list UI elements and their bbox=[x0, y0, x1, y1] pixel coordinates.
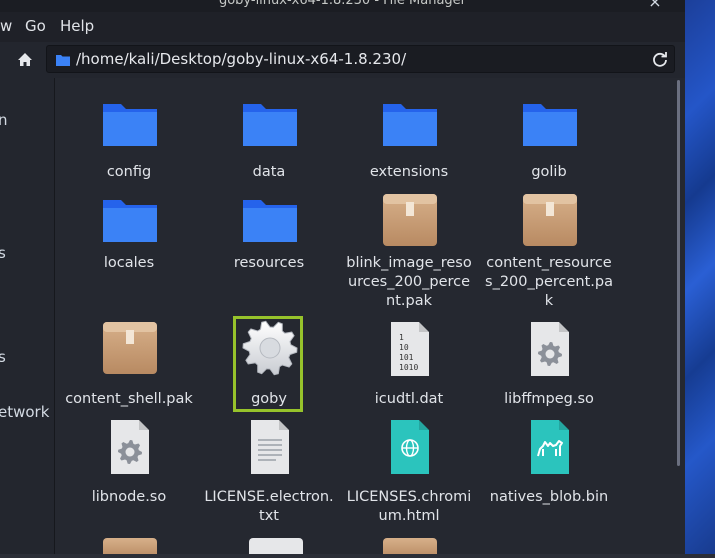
file-item-golib[interactable]: golib bbox=[484, 96, 614, 206]
svg-text:10: 10 bbox=[399, 343, 409, 352]
file-item-data[interactable]: data bbox=[204, 96, 334, 206]
sidebar-item-network[interactable]: etwork bbox=[0, 403, 49, 421]
close-button[interactable]: × bbox=[644, 0, 666, 12]
scrollbar[interactable] bbox=[677, 80, 680, 466]
file-name: resources bbox=[233, 255, 305, 271]
package-icon bbox=[381, 192, 439, 252]
desktop-background bbox=[685, 0, 715, 554]
binary-file-icon-partial[interactable] bbox=[247, 538, 305, 558]
file-item-libffmpeg-so[interactable]: libffmpeg.so bbox=[484, 320, 614, 430]
file-name: config bbox=[106, 164, 152, 180]
svg-text:1010: 1010 bbox=[399, 363, 418, 372]
file-item-icudtl-dat[interactable]: 1 10 101 1010 icudtl.dat bbox=[344, 320, 474, 430]
sidebar-item-3[interactable]: s bbox=[0, 348, 6, 366]
binary-camel-icon bbox=[521, 418, 579, 480]
file-name: blink_image_resources_200_percent.pak bbox=[346, 255, 472, 309]
folder-icon bbox=[56, 55, 70, 66]
file-item-license-electron-txt[interactable]: LICENSE.electron.txt bbox=[204, 418, 334, 528]
window-title: goby-linux-x64-1.8.230 - File Manager bbox=[218, 0, 467, 8]
file-name: libffmpeg.so bbox=[504, 391, 594, 407]
file-item-libnode-so[interactable]: libnode.so bbox=[64, 418, 194, 528]
location-path[interactable]: /home/kali/Desktop/goby-linux-x64-1.8.23… bbox=[76, 50, 406, 68]
sidebar: n s s etwork bbox=[0, 78, 54, 554]
package-icon bbox=[101, 320, 159, 380]
file-item-locales[interactable]: locales bbox=[64, 192, 194, 302]
file-item-goby[interactable]: goby bbox=[204, 320, 334, 430]
file-item-licenses-chromium-html[interactable]: LICENSES.chromium.html bbox=[344, 418, 474, 528]
folder-icon bbox=[101, 98, 159, 152]
file-name: content_resources_200_percent.pak bbox=[485, 255, 613, 309]
svg-text:101: 101 bbox=[399, 353, 414, 362]
reload-button[interactable] bbox=[651, 51, 669, 69]
package-icon-partial[interactable] bbox=[101, 538, 159, 558]
package-icon bbox=[521, 192, 579, 252]
file-name: content_shell.pak bbox=[65, 391, 193, 407]
file-name: natives_blob.bin bbox=[489, 489, 609, 505]
file-item-content-shell-pak[interactable]: content_shell.pak bbox=[64, 320, 194, 430]
executable-gear-icon bbox=[241, 320, 299, 380]
toolbar: /home/kali/Desktop/goby-linux-x64-1.8.23… bbox=[0, 42, 685, 78]
file-name: extensions bbox=[369, 164, 449, 180]
file-name: icudtl.dat bbox=[374, 391, 444, 407]
file-name: libnode.so bbox=[91, 489, 167, 505]
folder-icon bbox=[101, 194, 159, 248]
file-item-blink-image-resources-200-percent-pak[interactable]: blink_image_resources_200_percent.pak bbox=[344, 192, 474, 309]
html-file-icon bbox=[381, 418, 439, 480]
folder-icon bbox=[521, 98, 579, 152]
svg-text:1: 1 bbox=[399, 333, 404, 342]
package-icon-partial[interactable] bbox=[381, 538, 439, 558]
file-name: golib bbox=[531, 164, 567, 180]
file-name: LICENSES.chromium.html bbox=[346, 489, 472, 524]
file-item-resources[interactable]: resources bbox=[204, 192, 334, 302]
folder-icon bbox=[241, 98, 299, 152]
library-file-icon bbox=[521, 320, 579, 382]
home-button[interactable] bbox=[14, 50, 36, 70]
home-icon bbox=[18, 53, 32, 66]
menu-bar: w Go Help bbox=[0, 12, 685, 42]
file-name: goby bbox=[251, 391, 287, 407]
title-bar: goby-linux-x64-1.8.230 - File Manager × bbox=[0, 0, 685, 12]
menu-view[interactable]: w bbox=[0, 17, 12, 35]
file-name: data bbox=[252, 164, 286, 180]
reload-icon bbox=[653, 52, 667, 67]
location-bar[interactable]: /home/kali/Desktop/goby-linux-x64-1.8.23… bbox=[46, 45, 675, 73]
folder-icon bbox=[241, 194, 299, 248]
text-file-icon bbox=[241, 418, 299, 480]
file-item-natives-blob-bin[interactable]: natives_blob.bin bbox=[484, 418, 614, 528]
sidebar-item-1[interactable]: n bbox=[0, 111, 8, 129]
folder-icon bbox=[381, 98, 439, 152]
file-name: locales bbox=[103, 255, 155, 271]
binary-file-icon: 1 10 101 1010 bbox=[381, 320, 439, 382]
file-name: LICENSE.electron.txt bbox=[204, 489, 334, 524]
sidebar-item-2[interactable]: s bbox=[0, 244, 6, 262]
file-item-content-resources-200-percent-pak[interactable]: content_resources_200_percent.pak bbox=[484, 192, 614, 309]
file-item-config[interactable]: config bbox=[64, 96, 194, 206]
menu-help[interactable]: Help bbox=[60, 17, 94, 35]
file-item-extensions[interactable]: extensions bbox=[344, 96, 474, 206]
menu-go[interactable]: Go bbox=[25, 17, 46, 35]
library-file-icon bbox=[101, 418, 159, 480]
